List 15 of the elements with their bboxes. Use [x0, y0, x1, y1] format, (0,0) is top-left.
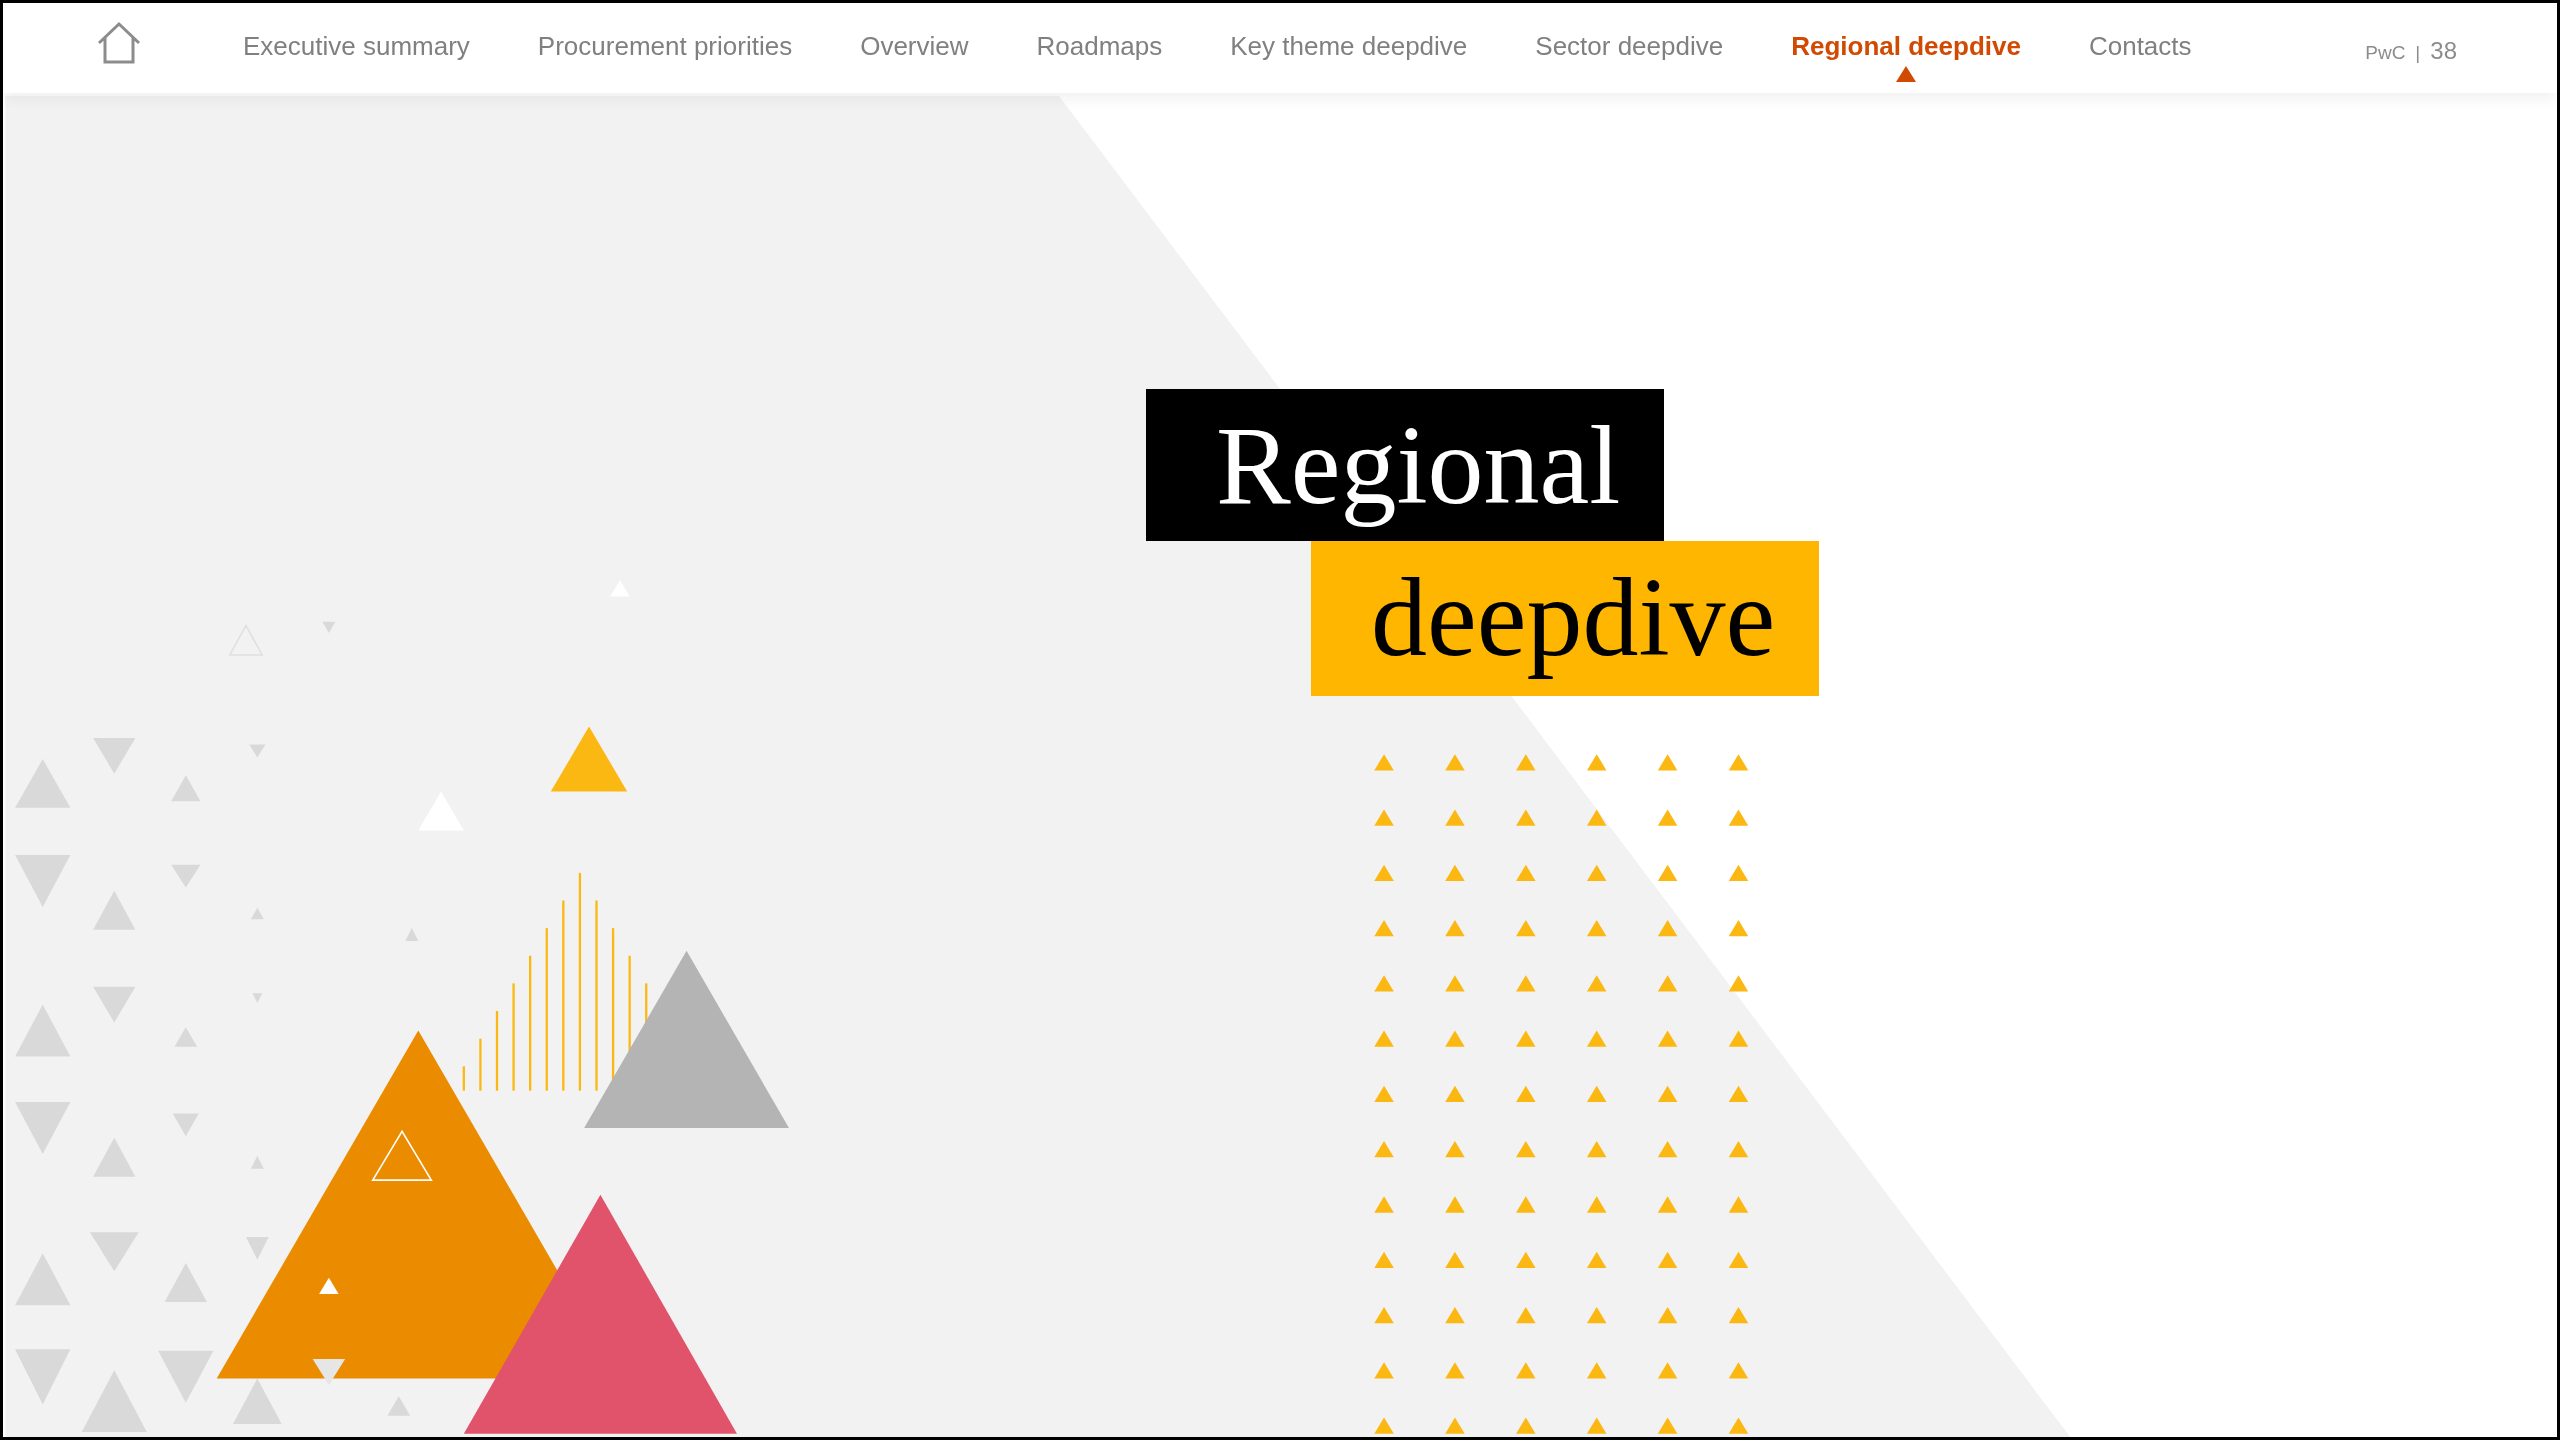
- title-text: Regional: [1146, 389, 1664, 541]
- nav-tab[interactable]: Contacts: [2088, 31, 2192, 62]
- nav-tab[interactable]: Regional deepdive: [1791, 31, 2021, 82]
- nav-tab[interactable]: Sector deepdive: [1535, 31, 1724, 62]
- nav-tab[interactable]: Roadmaps: [1036, 31, 1163, 62]
- home-icon[interactable]: [95, 21, 143, 65]
- nav-tab[interactable]: Overview: [860, 31, 969, 62]
- nav-tab[interactable]: Executive summary: [243, 31, 470, 62]
- footer-label: PwC: [2365, 42, 2406, 64]
- nav-tab[interactable]: Key theme deepdive: [1230, 31, 1468, 62]
- separator-text: |: [2415, 42, 2421, 64]
- title-text: deepdive: [1311, 541, 1819, 696]
- nav-tab[interactable]: Procurement priorities: [537, 31, 793, 62]
- page-number: 38: [2430, 37, 2457, 65]
- active-marker-icon: [1896, 66, 1917, 82]
